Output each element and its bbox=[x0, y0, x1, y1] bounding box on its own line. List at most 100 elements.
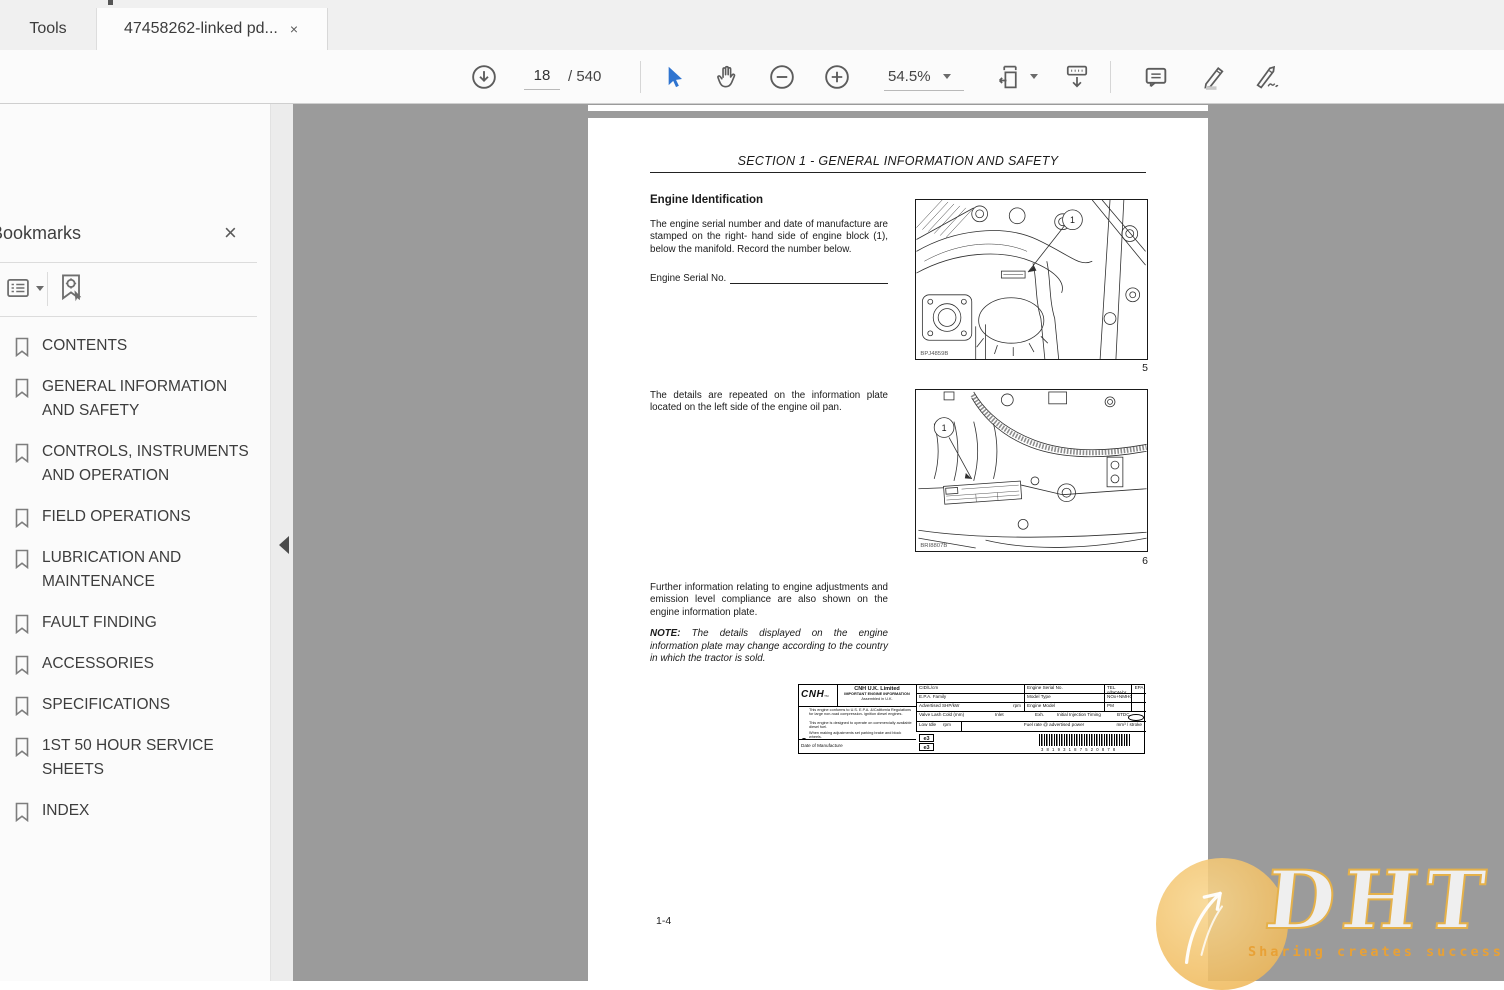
paragraph-engine-serial: The engine serial number and date of man… bbox=[650, 219, 888, 255]
bookmark-item-controls-instruments[interactable]: CONTROLS, INSTRUMENTS AND OPERATION bbox=[0, 434, 262, 488]
figure-6-number: 6 bbox=[1142, 555, 1148, 567]
note-paragraph: NOTE: The details displayed on the engin… bbox=[650, 628, 888, 666]
highlight-pen-icon[interactable] bbox=[1199, 63, 1227, 91]
hand-tool-icon[interactable] bbox=[713, 63, 741, 91]
options-list-icon bbox=[7, 278, 29, 298]
figure-6-photo-code: BRI8807B bbox=[920, 543, 947, 549]
figure-6-callout: 1 bbox=[942, 423, 947, 433]
page-footer-number: 1-4 bbox=[656, 915, 672, 927]
chevron-down-icon bbox=[942, 74, 951, 79]
plate-oval-field bbox=[1128, 713, 1144, 721]
plate-assembled: Assembled in U.K. bbox=[861, 696, 893, 701]
bookmark-icon bbox=[15, 443, 29, 463]
page-count-label: / 540 bbox=[568, 68, 602, 85]
fill-sign-icon[interactable] bbox=[1253, 63, 1281, 91]
plate-advertised-label: Advertised SHP/kW bbox=[919, 703, 960, 708]
bookmark-item-specifications[interactable]: SPECIFICATIONS bbox=[0, 687, 262, 717]
note-text: The details displayed on the engine info… bbox=[650, 628, 888, 665]
paragraph-further-information: Further information relating to engine a… bbox=[650, 582, 888, 618]
bookmarks-options-button[interactable] bbox=[4, 274, 44, 302]
page-number-input[interactable]: 18 bbox=[524, 64, 560, 90]
plate-cid-label: CID/L/cm bbox=[916, 685, 1024, 694]
plate-e3-mark-1: e3 bbox=[919, 734, 934, 742]
zoom-level-value: 54.5% bbox=[888, 68, 931, 85]
figure-6-oil-pan-illustration: 1 BRI8807B bbox=[915, 389, 1148, 552]
cnh-logo: CNH bbox=[801, 689, 825, 700]
zoom-out-icon[interactable] bbox=[768, 63, 796, 91]
plate-date-label: Date of Manufacture bbox=[801, 743, 843, 748]
plate-barcode bbox=[1039, 734, 1131, 746]
tab-document[interactable]: 47458262-linked pd... × bbox=[97, 8, 328, 50]
bookmark-icon bbox=[15, 614, 29, 634]
previous-page-edge bbox=[588, 105, 1208, 111]
bookmark-icon bbox=[15, 337, 29, 357]
tab-document-label: 47458262-linked pd... bbox=[123, 20, 278, 37]
plate-fuel-rate-label: Fuel rate @ advertised power bbox=[1023, 722, 1085, 727]
note-label: NOTE: bbox=[650, 628, 681, 639]
bookmark-icon bbox=[15, 655, 29, 675]
download-icon[interactable] bbox=[470, 63, 498, 91]
plate-injection-label: Initial Injection Timing bbox=[1057, 712, 1101, 717]
bookmark-target-icon bbox=[62, 274, 82, 302]
bookmarks-panel-title: Bookmarks bbox=[0, 223, 82, 243]
bookmark-item-contents[interactable]: CONTENTS bbox=[0, 328, 262, 358]
bookmark-icon bbox=[15, 378, 29, 398]
bookmark-icon bbox=[15, 508, 29, 528]
expand-current-bookmark-button[interactable] bbox=[56, 272, 86, 309]
plate-exh-label: Exh. bbox=[1035, 712, 1045, 717]
plate-engine-model-label: Engine Model bbox=[1024, 703, 1104, 712]
bookmarks-panel: Bookmarks × CONTENTS GENERAL INFORMATION… bbox=[0, 104, 270, 981]
plate-model-type-label: Model Type bbox=[1024, 694, 1104, 703]
plate-engine-serial-label: Engine Serial No. bbox=[1024, 685, 1104, 694]
plate-barcode-digits: 38193187520878 bbox=[1041, 747, 1119, 752]
chevron-down-icon bbox=[1030, 74, 1038, 79]
close-icon[interactable]: × bbox=[224, 220, 237, 246]
scrolling-mode-icon[interactable] bbox=[1062, 62, 1092, 92]
bookmark-item-first-50-hour[interactable]: 1ST 50 HOUR SERVICE SHEETS bbox=[0, 728, 262, 782]
engine-identification-heading: Engine Identification bbox=[650, 194, 764, 206]
bookmark-item-fault-finding[interactable]: FAULT FINDING bbox=[0, 605, 262, 635]
bookmark-item-index[interactable]: INDEX bbox=[0, 793, 262, 823]
main-toolbar: 18 / 540 54.5% bbox=[0, 50, 1504, 104]
comment-icon[interactable] bbox=[1142, 63, 1170, 91]
plate-tel-label: TEL g/bKW-hr bbox=[1104, 685, 1131, 694]
toolbar-divider bbox=[640, 61, 641, 93]
tab-tools[interactable]: Tools bbox=[0, 8, 97, 50]
figure-5-number: 5 bbox=[1142, 362, 1148, 374]
plate-epa-family-label: E.P.A. Family bbox=[916, 694, 1024, 703]
zoom-in-icon[interactable] bbox=[823, 63, 851, 91]
zoom-level-dropdown[interactable]: 54.5% bbox=[884, 63, 964, 91]
plate-e3-mark-2: e3 bbox=[919, 743, 934, 751]
pdf-page: SECTION 1 - GENERAL INFORMATION AND SAFE… bbox=[588, 118, 1208, 981]
bookmark-item-accessories[interactable]: ACCESSORIES bbox=[0, 646, 262, 676]
engine-serial-label: Engine Serial No. bbox=[650, 273, 727, 284]
document-viewport[interactable]: SECTION 1 - GENERAL INFORMATION AND SAFE… bbox=[293, 104, 1504, 981]
tab-tools-label: Tools bbox=[29, 20, 67, 37]
chevron-down-icon bbox=[36, 285, 44, 291]
plate-inlet-label: Inlet bbox=[995, 712, 1004, 717]
bookmark-item-lubrication-maintenance[interactable]: LUBRICATION AND MAINTENANCE bbox=[0, 540, 262, 594]
collapse-panel-arrow-icon[interactable] bbox=[279, 536, 289, 554]
bookmark-icon bbox=[15, 696, 29, 716]
engine-information-plate: CNHTM CNH U.K. Limited IMPORTANT ENGINE … bbox=[798, 684, 1146, 754]
tab-bar: Tools 47458262-linked pd... × bbox=[0, 8, 1504, 50]
plate-mounting-hole bbox=[801, 738, 807, 739]
bookmark-icon bbox=[15, 549, 29, 569]
bookmark-icon bbox=[15, 737, 29, 757]
section-header: SECTION 1 - GENERAL INFORMATION AND SAFE… bbox=[737, 154, 1059, 168]
plate-adjustment-text: When making adjustments set parking brak… bbox=[809, 731, 902, 740]
select-tool-icon[interactable] bbox=[660, 64, 686, 90]
divider bbox=[0, 316, 257, 317]
plate-nox-label: NOx+NMHC bbox=[1104, 694, 1131, 703]
tab-close-icon[interactable]: × bbox=[288, 21, 300, 37]
plate-valve-label: Valve Lash Cold (mm) bbox=[919, 712, 965, 717]
engine-serial-row: Engine Serial No. bbox=[650, 273, 888, 284]
plate-rpm-label: rpm bbox=[1013, 703, 1021, 708]
bookmark-item-general-information[interactable]: GENERAL INFORMATION AND SAFETY bbox=[0, 369, 262, 423]
fit-width-icon[interactable] bbox=[995, 62, 1038, 92]
divider bbox=[47, 272, 48, 306]
plate-epa-conformity-text: This engine conforms to U.S. E.P.A. &/Ca… bbox=[809, 708, 912, 717]
plate-epa-label: EPA bbox=[1131, 685, 1146, 694]
bookmark-item-field-operations[interactable]: FIELD OPERATIONS bbox=[0, 499, 262, 529]
section-header-rule bbox=[650, 172, 1146, 173]
